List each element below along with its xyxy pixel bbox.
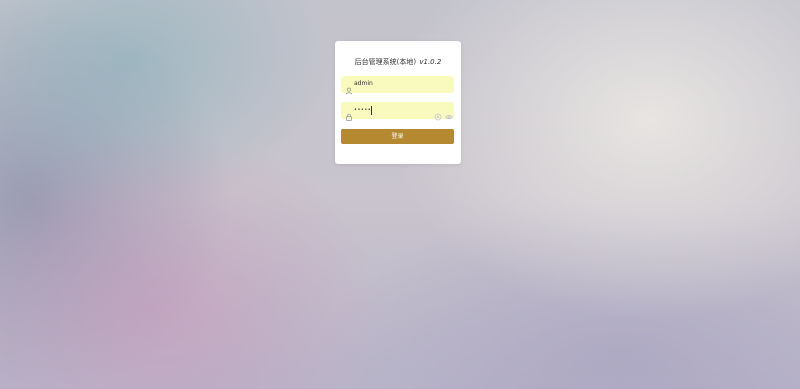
- user-icon: [345, 80, 353, 95]
- username-value: admin: [354, 80, 373, 87]
- text-caret: [371, 106, 372, 115]
- login-button[interactable]: 登录: [341, 129, 454, 144]
- username-field[interactable]: admin: [341, 76, 454, 95]
- login-card: 后台管理系统(本地) v1.0.2 admin ••••• 登录: [335, 41, 461, 164]
- eye-icon[interactable]: [445, 106, 453, 119]
- password-field[interactable]: •••••: [341, 102, 454, 121]
- login-title: 后台管理系统(本地) v1.0.2: [335, 57, 461, 67]
- login-page: 后台管理系统(本地) v1.0.2 admin ••••• 登录: [0, 0, 800, 389]
- app-title: 后台管理系统(本地): [354, 58, 417, 66]
- version-label: v1.0.2: [419, 58, 442, 66]
- clear-icon[interactable]: [434, 106, 442, 121]
- lock-icon: [345, 106, 353, 121]
- password-value: •••••: [354, 107, 372, 113]
